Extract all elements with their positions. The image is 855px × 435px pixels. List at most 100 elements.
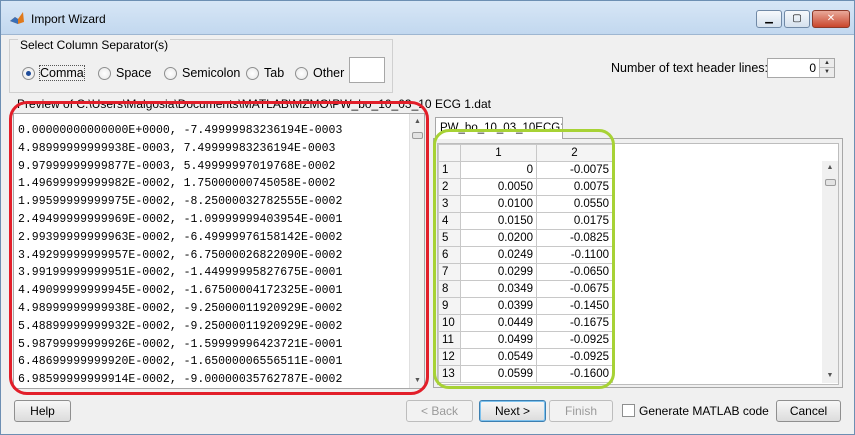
row-header[interactable]: 1 xyxy=(438,161,461,179)
row-header[interactable]: 4 xyxy=(438,212,461,230)
preview-line: 3.49299999999957E-0002, -6.7500002682209… xyxy=(18,248,343,262)
table-cell[interactable]: -0.0675 xyxy=(536,280,613,298)
other-separator-input[interactable] xyxy=(349,57,385,83)
table-cell[interactable]: -0.1600 xyxy=(536,365,613,383)
data-table: 1 2 1 0 -0.0075 2 0.0050 0.0075 3 0.0100 0.0550 4… xyxy=(438,144,613,383)
finish-button[interactable]: Finish xyxy=(549,400,613,422)
close-button[interactable]: ✕ xyxy=(812,10,850,28)
row-header[interactable]: 9 xyxy=(438,297,461,315)
table-row: 9 0.0399 -0.1450 xyxy=(438,297,613,315)
cancel-button[interactable]: Cancel xyxy=(776,400,841,422)
radio-label-semicolon: Semicolon xyxy=(182,66,241,80)
title-bar: Import Wizard ▁ ▢ ✕ xyxy=(1,1,854,35)
next-button[interactable]: Next > xyxy=(479,400,546,422)
table-cell[interactable]: 0.0175 xyxy=(536,212,613,230)
table-cell[interactable]: 0.0150 xyxy=(460,212,537,230)
generate-code-checkbox[interactable] xyxy=(622,404,635,417)
row-header[interactable]: 12 xyxy=(438,348,461,366)
table-cell[interactable]: 0.0249 xyxy=(460,246,537,264)
row-header[interactable]: 7 xyxy=(438,263,461,281)
table-cell[interactable]: 0.0349 xyxy=(460,280,537,298)
scroll-up-icon[interactable]: ▲ xyxy=(410,114,424,129)
preview-line: 1.49699999999982E-0002, 1.75000000745058… xyxy=(18,177,336,191)
window-title: Import Wizard xyxy=(31,12,106,26)
table-cell[interactable]: -0.1100 xyxy=(536,246,613,264)
radio-semicolon[interactable]: Semicolon xyxy=(164,66,240,80)
row-header[interactable]: 11 xyxy=(438,331,461,349)
radio-other[interactable]: Other xyxy=(295,66,344,80)
table-cell[interactable]: -0.0825 xyxy=(536,229,613,247)
scroll-up-icon[interactable]: ▲ xyxy=(822,161,838,175)
table-row: 12 0.0549 -0.0925 xyxy=(438,348,613,366)
row-header[interactable]: 3 xyxy=(438,195,461,213)
minimize-button[interactable]: ▁ xyxy=(756,10,782,28)
table-cell[interactable]: -0.0925 xyxy=(536,331,613,349)
table-cell[interactable]: 0.0200 xyxy=(460,229,537,247)
header-lines-spinner[interactable]: 0 ▲ ▼ xyxy=(767,58,835,78)
table-cell[interactable]: 0.0050 xyxy=(460,178,537,196)
row-header[interactable]: 8 xyxy=(438,280,461,298)
table-row: 13 0.0599 -0.1600 xyxy=(438,365,613,383)
separator-group: Select Column Separator(s) Comma Space S… xyxy=(9,38,393,93)
maximize-button[interactable]: ▢ xyxy=(784,10,810,28)
radio-indicator xyxy=(295,66,308,80)
table-cell[interactable]: 0.0100 xyxy=(460,195,537,213)
table-cell[interactable]: 0.0549 xyxy=(460,348,537,366)
spin-down-icon[interactable]: ▼ xyxy=(819,68,834,77)
preview-line: 0.00000000000000E+0000, -7.4999998323619… xyxy=(18,124,343,137)
tab-variable[interactable]: PW_bo_10_03_10ECG1 xyxy=(435,117,563,139)
table-cell[interactable]: -0.0075 xyxy=(536,161,613,179)
table-cell[interactable]: 0 xyxy=(460,161,537,179)
table-cell[interactable]: 0.0299 xyxy=(460,263,537,281)
radio-label-tab: Tab xyxy=(264,66,285,80)
preview-line: 1.99599999999975E-0002, -8.2500003278255… xyxy=(18,195,343,209)
back-button[interactable]: < Back xyxy=(406,400,473,422)
table-cell[interactable]: 0.0075 xyxy=(536,178,613,196)
table-cell[interactable]: 0.0550 xyxy=(536,195,613,213)
preview-line: 5.98799999999926E-0002, -1.5999999642372… xyxy=(18,337,343,351)
table-row: 2 0.0050 0.0075 xyxy=(438,178,613,196)
row-header[interactable]: 5 xyxy=(438,229,461,247)
table-cell[interactable]: 0.0499 xyxy=(460,331,537,349)
radio-tab[interactable]: Tab xyxy=(246,66,284,80)
radio-label-comma: Comma xyxy=(39,65,85,81)
scroll-down-icon[interactable]: ▼ xyxy=(822,369,838,383)
preview-line: 5.48899999999932E-0002, -9.2500001192092… xyxy=(18,319,343,333)
radio-indicator xyxy=(246,66,259,80)
preview-line: 4.49099999999945E-0002, -1.6750000417232… xyxy=(18,284,343,298)
radio-space[interactable]: Space xyxy=(98,66,151,80)
spin-up-icon[interactable]: ▲ xyxy=(819,59,834,68)
preview-line: 9.97999999999877E-0003, 5.49999997019768… xyxy=(18,159,336,173)
header-lines-value: 0 xyxy=(809,61,816,75)
data-grid[interactable]: 1 2 1 0 -0.0075 2 0.0050 0.0075 3 0.0100 0.0550 4… xyxy=(437,143,839,385)
column-header[interactable]: 1 xyxy=(460,144,537,162)
table-cell[interactable]: -0.1450 xyxy=(536,297,613,315)
row-header[interactable]: 2 xyxy=(438,178,461,196)
table-row: 5 0.0200 -0.0825 xyxy=(438,229,613,247)
radio-label-space: Space xyxy=(116,66,152,80)
table-cell[interactable]: 0.0399 xyxy=(460,297,537,315)
help-button[interactable]: Help xyxy=(14,400,71,422)
maximize-icon: ▢ xyxy=(792,13,802,24)
table-cell[interactable]: -0.0650 xyxy=(536,263,613,281)
scroll-thumb[interactable] xyxy=(412,132,423,139)
table-row: 1 0 -0.0075 xyxy=(438,161,613,179)
preview-scrollbar[interactable]: ▲ ▼ xyxy=(409,114,424,388)
table-cell[interactable]: 0.0599 xyxy=(460,365,537,383)
table-row: 7 0.0299 -0.0650 xyxy=(438,263,613,281)
close-icon: ✕ xyxy=(826,13,836,24)
table-cell[interactable]: 0.0449 xyxy=(460,314,537,332)
row-header[interactable]: 13 xyxy=(438,365,461,383)
row-header[interactable]: 6 xyxy=(438,246,461,264)
separator-group-title: Select Column Separator(s) xyxy=(18,38,171,52)
scroll-down-icon[interactable]: ▼ xyxy=(410,373,424,388)
grid-scrollbar[interactable]: ▲ ▼ xyxy=(822,161,838,383)
scroll-thumb[interactable] xyxy=(825,179,836,186)
radio-comma[interactable]: Comma xyxy=(22,65,85,81)
table-cell[interactable]: -0.1675 xyxy=(536,314,613,332)
row-header[interactable]: 10 xyxy=(438,314,461,332)
column-header[interactable]: 2 xyxy=(536,144,613,162)
preview-text-area[interactable]: 0.00000000000000E+0000, -7.4999998323619… xyxy=(13,113,425,389)
table-cell[interactable]: -0.0925 xyxy=(536,348,613,366)
generate-code-label: Generate MATLAB code xyxy=(639,404,769,418)
